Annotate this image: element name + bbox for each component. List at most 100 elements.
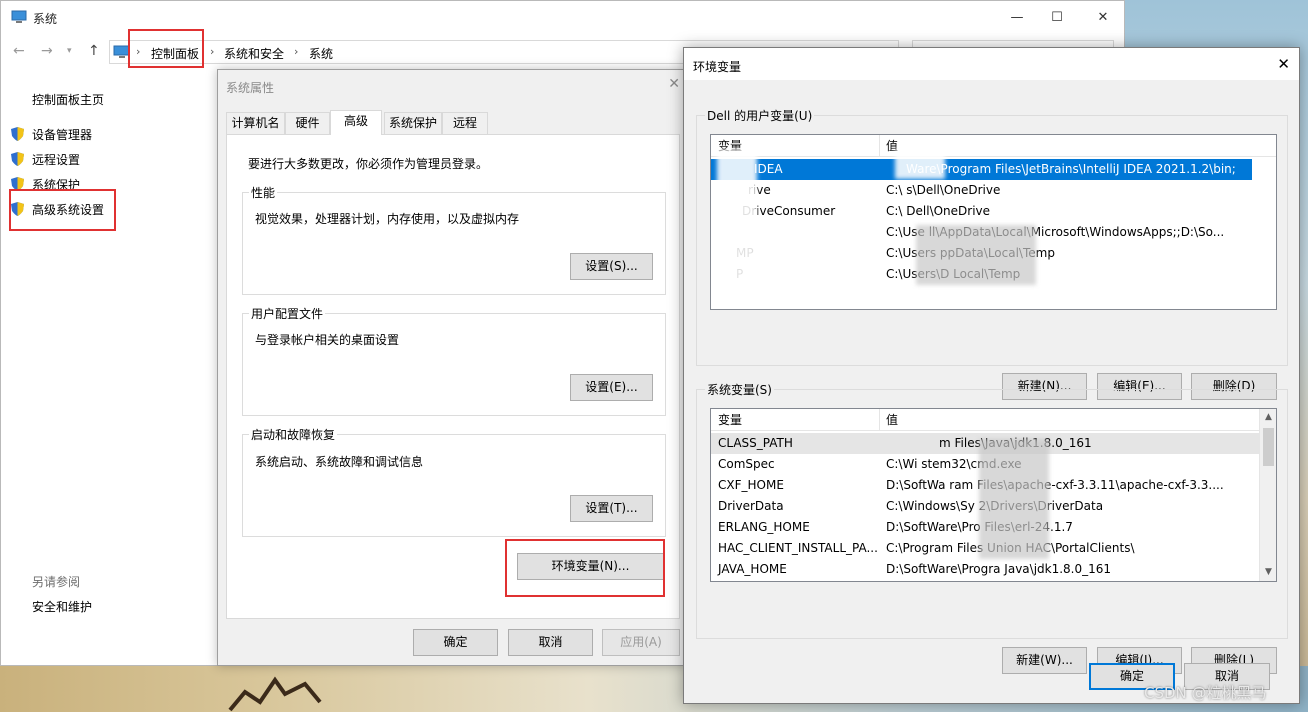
maximize-button[interactable]: ☐: [1034, 5, 1080, 31]
shield-icon: [11, 177, 24, 191]
vertical-scrollbar[interactable]: ▲ ▼: [1259, 409, 1276, 581]
forward-arrow-icon[interactable]: →: [41, 43, 53, 59]
shield-icon: [11, 127, 24, 141]
variable-name: CXF_HOME: [718, 478, 784, 492]
variable-value: Ware\Program Files\JetBrains\IntelliJ ID…: [906, 162, 1236, 176]
variable-name: IDEA: [754, 162, 783, 176]
variable-value: D:\SoftWare\Pro Files\erl-24.1.7: [886, 520, 1073, 534]
variable-value: C:\Windows\Sy 2\Drivers\DriverData: [886, 499, 1104, 513]
column-header-value[interactable]: 值: [879, 409, 898, 431]
table-row[interactable]: HAC_CLIENT_INSTALL_PA... C:\Program File…: [711, 538, 1276, 559]
computer-icon: [113, 45, 130, 58]
cancel-button[interactable]: 取消: [508, 629, 593, 656]
breadcrumb-system-security[interactable]: 系统和安全: [224, 45, 284, 62]
variable-name: DriverData: [718, 499, 784, 513]
close-icon[interactable]: ✕: [1277, 55, 1290, 73]
breadcrumb-system[interactable]: 系统: [309, 45, 333, 62]
computer-icon: [11, 10, 27, 23]
user-variables-list[interactable]: 变量 值 IDEA Ware\Program Files\JetBrains\I…: [710, 134, 1277, 310]
startup-recovery-settings-button[interactable]: 设置(T)...: [570, 495, 653, 522]
tab-computer-name[interactable]: 计算机名: [226, 112, 285, 134]
advanced-tab-panel: 要进行大多数更改，你必须作为管理员登录。 性能 视觉效果，处理器计划，内存使用，…: [226, 134, 680, 619]
group-title: 系统变量(S): [705, 381, 774, 398]
variable-name: rive: [748, 183, 771, 197]
startup-recovery-group: 启动和故障恢复 系统启动、系统故障和调试信息 设置(T)...: [242, 426, 666, 537]
dialog-title: 系统属性: [226, 81, 275, 95]
scroll-thumb[interactable]: [1263, 428, 1274, 466]
see-also-heading: 另请参阅: [32, 575, 81, 589]
breadcrumb-separator: ›: [136, 45, 141, 58]
system-new-button[interactable]: 新建(W)...: [1002, 647, 1087, 674]
variable-value: C:\Users ppData\Local\Temp: [886, 246, 1055, 260]
variable-name: P: [736, 267, 744, 281]
system-variables-list[interactable]: 变量 值 CLASS_PATH m Files\Java\jdk1.8.0_16…: [710, 408, 1277, 582]
list-header: 变量 值: [711, 409, 1276, 431]
breadcrumb-separator: ›: [294, 45, 299, 58]
watermark: CSDN @粒桃黑马: [1144, 684, 1267, 702]
variable-name: ComSpec: [718, 457, 775, 471]
variable-value: C:\Program Files Union HAC\PortalClients…: [886, 541, 1135, 555]
window-title: 系统: [33, 12, 58, 26]
shield-icon: [11, 202, 24, 216]
variable-name: JAVA_HOME: [718, 562, 787, 576]
group-description: 与登录帐户相关的桌面设置: [255, 333, 400, 347]
user-profiles-group: 用户配置文件 与登录帐户相关的桌面设置 设置(E)...: [242, 305, 666, 416]
system-properties-dialog: 系统属性 ✕ 计算机名 硬件 高级 系统保护 远程 要进行大多数更改，你必须作为…: [217, 69, 687, 666]
column-header-variable[interactable]: 变量: [711, 409, 742, 431]
group-title: 启动和故障恢复: [249, 426, 338, 443]
close-icon[interactable]: ✕: [668, 76, 680, 92]
group-description: 系统启动、系统故障和调试信息: [255, 455, 424, 469]
table-row[interactable]: DriveConsumer C:\ Dell\OneDrive: [711, 201, 1276, 222]
performance-settings-button[interactable]: 设置(S)...: [570, 253, 653, 280]
shield-icon: [11, 152, 24, 166]
sidebar-item-system-protection[interactable]: 系统保护: [32, 176, 80, 193]
admin-note: 要进行大多数更改，你必须作为管理员登录。: [248, 157, 489, 171]
tab-advanced[interactable]: 高级: [330, 110, 382, 135]
user-profiles-settings-button[interactable]: 设置(E)...: [570, 374, 653, 401]
list-header: 变量 值: [711, 135, 1276, 157]
environment-variables-button[interactable]: 环境变量(N)...: [517, 553, 664, 580]
table-row[interactable]: rive C:\ s\Dell\OneDrive: [711, 180, 1276, 201]
sidebar-item-advanced-settings[interactable]: 高级系统设置: [32, 201, 104, 218]
table-row[interactable]: CXF_HOME D:\SoftWa ram Files\apache-cxf-…: [711, 475, 1276, 496]
close-button[interactable]: ✕: [1080, 5, 1126, 31]
tab-remote[interactable]: 远程: [442, 112, 488, 134]
table-row[interactable]: ComSpec C:\Wi stem32\cmd.exe: [711, 454, 1276, 475]
back-arrow-icon[interactable]: ←: [13, 43, 25, 59]
sidebar-link-security-maintenance[interactable]: 安全和维护: [32, 598, 92, 615]
variable-name: DriveConsumer: [742, 204, 836, 218]
table-row[interactable]: IDEA Ware\Program Files\JetBrains\Intell…: [711, 159, 1252, 180]
column-header-value[interactable]: 值: [879, 135, 898, 157]
ok-button[interactable]: 确定: [413, 629, 498, 656]
tab-system-protection[interactable]: 系统保护: [384, 112, 442, 134]
table-row[interactable]: C:\Use ll\AppData\Local\Microsoft\Window…: [711, 222, 1276, 243]
dialog-title: 环境变量: [693, 60, 742, 74]
tab-hardware[interactable]: 硬件: [285, 112, 330, 134]
recent-chevron-icon[interactable]: ▾: [67, 46, 72, 56]
variable-value: D:\SoftWa ram Files\apache-cxf-3.3.11\ap…: [886, 478, 1224, 492]
performance-group: 性能 视觉效果，处理器计划，内存使用，以及虚拟内存 设置(S)...: [242, 184, 666, 295]
table-row[interactable]: DriverData C:\Windows\Sy 2\Drivers\Drive…: [711, 496, 1276, 517]
table-row[interactable]: P C:\Users\D Local\Temp: [711, 264, 1276, 285]
variable-value: m Files\Java\jdk1.8.0_161: [939, 436, 1092, 450]
table-row[interactable]: ERLANG_HOME D:\SoftWare\Pro Files\erl-24…: [711, 517, 1276, 538]
desktop-figure-image: [228, 676, 322, 712]
dialog-title-bar: 环境变量 ✕: [684, 48, 1299, 80]
sidebar-item-device-manager[interactable]: 设备管理器: [32, 126, 92, 143]
breadcrumb-control-panel[interactable]: 控制面板: [151, 45, 199, 62]
table-row[interactable]: JAVA_HOME D:\SoftWare\Progra Java\jdk1.8…: [711, 559, 1276, 580]
user-variables-group: Dell 的用户变量(U) 变量 值 IDEA Ware\Program Fil…: [696, 107, 1288, 400]
table-row[interactable]: CLASS_PATH m Files\Java\jdk1.8.0_161: [711, 433, 1260, 454]
scroll-up-arrow-icon[interactable]: ▲: [1260, 409, 1276, 426]
up-arrow-icon[interactable]: ↑: [88, 43, 100, 59]
breadcrumb-separator: ›: [210, 45, 215, 58]
sidebar-home-link[interactable]: 控制面板主页: [32, 91, 104, 108]
sidebar-item-remote-settings[interactable]: 远程设置: [32, 151, 80, 168]
column-header-variable[interactable]: 变量: [711, 135, 742, 157]
apply-button[interactable]: 应用(A): [602, 629, 680, 656]
variable-value: D:\SoftWare\Progra Java\jdk1.8.0_161: [886, 562, 1112, 576]
variable-value: C:\ Dell\OneDrive: [886, 204, 991, 218]
scroll-down-arrow-icon[interactable]: ▼: [1260, 564, 1276, 581]
table-row[interactable]: MP C:\Users ppData\Local\Temp: [711, 243, 1276, 264]
environment-variables-dialog: 环境变量 ✕ Dell 的用户变量(U) 变量 值 IDEA Ware\Prog…: [683, 47, 1300, 704]
